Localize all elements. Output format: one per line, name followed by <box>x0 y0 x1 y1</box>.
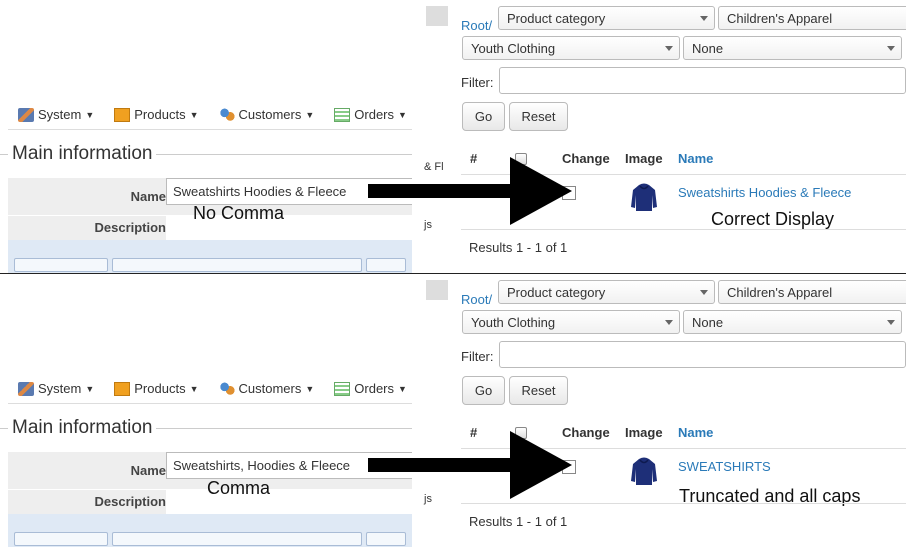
cut-text: js <box>424 493 432 505</box>
admin-edit-screenshot: System ▼ Products ▼ Customers ▼ Orders ▼ Mai… <box>0 274 412 547</box>
annotation-right: Correct Display <box>711 209 835 229</box>
name-label: Name <box>130 189 166 204</box>
hoodie-thumbnail <box>631 183 657 211</box>
arrow-head <box>510 431 572 499</box>
tools-icon <box>18 381 34 396</box>
root-link[interactable]: Root/ <box>461 18 492 33</box>
section-legend: Main information <box>0 142 412 166</box>
menu-customers[interactable]: Customers ▼ <box>209 107 325 122</box>
menu-system[interactable]: System ▼ <box>8 107 104 122</box>
filter-label: Filter: <box>461 75 494 90</box>
dropdown-arrow-icon <box>665 320 673 325</box>
format-buttons[interactable] <box>112 532 362 546</box>
cut-text: js <box>424 219 432 231</box>
placeholder-square <box>426 280 448 300</box>
arrow-head <box>510 157 572 225</box>
arrow <box>368 458 514 472</box>
menu-system[interactable]: System ▼ <box>8 381 104 396</box>
hoodie-thumbnail <box>631 457 657 485</box>
section-title: Main information <box>12 417 153 438</box>
category-select-3[interactable]: Youth Clothing <box>462 310 680 334</box>
name-label: Name <box>130 463 166 478</box>
admin-menu-bar: System ▼ Products ▼ Customers ▼ Orders ▼ <box>8 374 412 404</box>
col-name[interactable]: Name <box>678 425 713 440</box>
extra-buttons[interactable] <box>366 258 406 272</box>
go-button[interactable]: Go <box>462 102 505 131</box>
caret-down-icon: ▼ <box>305 109 315 120</box>
box-icon <box>114 107 131 122</box>
description-label: Description <box>94 494 166 509</box>
dropdown-arrow-icon <box>700 16 708 21</box>
orders-icon <box>334 381 351 396</box>
extra-buttons[interactable] <box>366 532 406 546</box>
filter-input[interactable] <box>499 341 906 368</box>
col-number: # <box>470 425 478 440</box>
result-name-link[interactable]: Sweatshirts Hoodies & Fleece <box>678 185 851 200</box>
results-count: Results 1 - 1 of 1 <box>469 240 568 255</box>
source-button[interactable] <box>14 532 108 546</box>
dropdown-arrow-icon <box>665 46 673 51</box>
category-select-4[interactable]: None <box>683 36 902 60</box>
dropdown-arrow-icon <box>887 46 895 51</box>
source-button[interactable] <box>14 258 108 272</box>
category-select-4[interactable]: None <box>683 310 902 334</box>
go-button[interactable]: Go <box>462 376 505 405</box>
annotation-left: Comma <box>207 478 271 498</box>
admin-edit-screenshot: System ▼ Products ▼ Customers ▼ Orders ▼ Mai… <box>0 0 412 273</box>
caret-down-icon: ▼ <box>305 383 315 394</box>
col-image: Image <box>625 151 663 166</box>
results-count: Results 1 - 1 of 1 <box>469 514 568 529</box>
cut-text: & Fl <box>424 161 444 173</box>
caret-down-icon: ▼ <box>398 383 407 394</box>
reset-button[interactable]: Reset <box>509 102 568 131</box>
caret-down-icon: ▼ <box>189 109 199 120</box>
category-select-2[interactable]: Children's Apparel <box>718 280 906 304</box>
caret-down-icon: ▼ <box>398 109 407 120</box>
caret-down-icon: ▼ <box>85 383 95 394</box>
users-icon <box>218 381 235 396</box>
col-name[interactable]: Name <box>678 151 713 166</box>
users-icon <box>218 107 235 122</box>
caret-down-icon: ▼ <box>85 109 95 120</box>
description-label: Description <box>94 220 166 235</box>
section-legend: Main information <box>0 416 412 440</box>
category-select-2[interactable]: Children's Apparel <box>718 6 906 30</box>
arrow <box>368 184 514 198</box>
format-buttons[interactable] <box>112 258 362 272</box>
menu-orders[interactable]: Orders ▼ <box>324 381 412 396</box>
root-link[interactable]: Root/ <box>461 292 492 307</box>
result-name-link[interactable]: SWEATSHIRTS <box>678 459 771 474</box>
filter-label: Filter: <box>461 349 494 364</box>
editor-buttons <box>8 532 412 547</box>
col-image: Image <box>625 425 663 440</box>
filter-input[interactable] <box>499 67 906 94</box>
comparison-panel-no-comma: System ▼ Products ▼ Customers ▼ Orders ▼ Mai… <box>0 0 906 273</box>
reset-button[interactable]: Reset <box>509 376 568 405</box>
col-number: # <box>470 151 478 166</box>
dropdown-arrow-icon <box>700 290 708 295</box>
category-select-1[interactable]: Product category <box>498 280 715 304</box>
section-title: Main information <box>12 143 153 164</box>
dropdown-arrow-icon <box>887 320 895 325</box>
menu-customers[interactable]: Customers ▼ <box>209 381 325 396</box>
admin-menu-bar: System ▼ Products ▼ Customers ▼ Orders ▼ <box>8 100 412 130</box>
caret-down-icon: ▼ <box>189 383 199 394</box>
category-select-1[interactable]: Product category <box>498 6 715 30</box>
placeholder-square <box>426 6 448 26</box>
menu-orders[interactable]: Orders ▼ <box>324 107 412 122</box>
menu-products[interactable]: Products ▼ <box>104 107 208 122</box>
comparison-panel-comma: System ▼ Products ▼ Customers ▼ Orders ▼ Mai… <box>0 274 906 547</box>
editor-buttons <box>8 258 412 273</box>
box-icon <box>114 381 131 396</box>
category-select-3[interactable]: Youth Clothing <box>462 36 680 60</box>
tools-icon <box>18 107 34 122</box>
menu-products[interactable]: Products ▼ <box>104 381 208 396</box>
orders-icon <box>334 107 351 122</box>
annotation-left: No Comma <box>193 203 285 223</box>
